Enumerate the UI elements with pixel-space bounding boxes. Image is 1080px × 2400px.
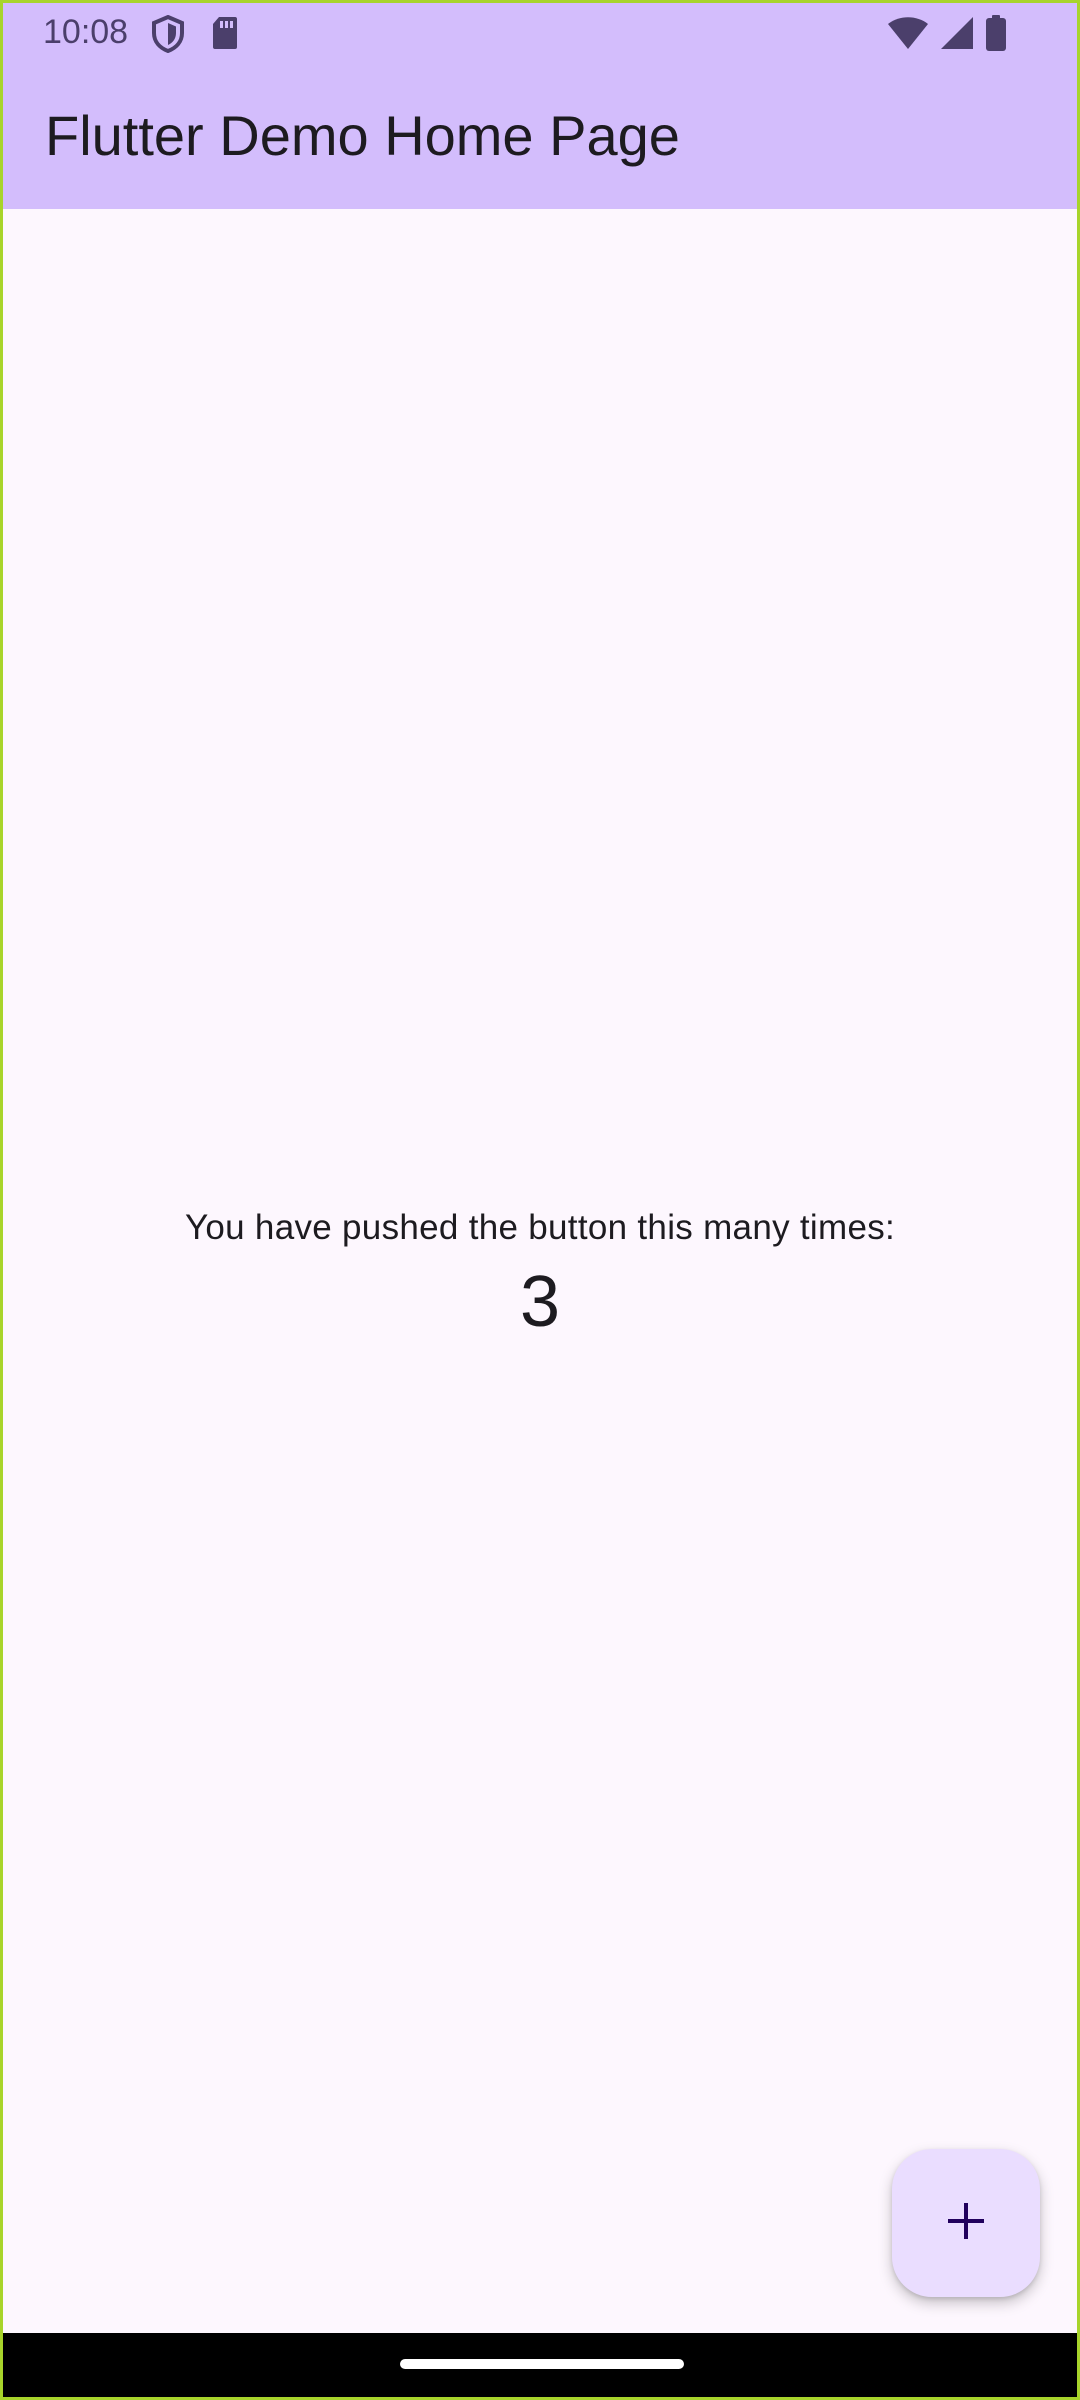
increment-fab-button[interactable] [892,2149,1040,2297]
gesture-nav-handle[interactable] [400,2359,684,2369]
system-navigation-bar [3,2333,1077,2397]
shield-icon [151,14,185,58]
counter-section: You have pushed the button this many tim… [3,1201,1077,1347]
add-icon [946,2201,986,2246]
status-right-icons [887,15,1007,56]
app-bar: 10:08 Flutter Demo Home Page [3,3,1077,209]
app-bar-title: Flutter Demo Home Page [45,104,680,167]
status-bar: 10:08 [3,3,1077,65]
status-time: 10:08 [43,13,129,51]
battery-icon [985,15,1007,56]
wifi-icon [887,16,929,55]
counter-label: You have pushed the button this many tim… [184,1208,896,1247]
counter-value: 3 [519,1262,561,1342]
cell-signal-icon [939,16,975,55]
sd-card-icon [211,15,239,56]
phone-screen: 10:08 Flutter Demo Home Page You have pu… [0,0,1080,2400]
